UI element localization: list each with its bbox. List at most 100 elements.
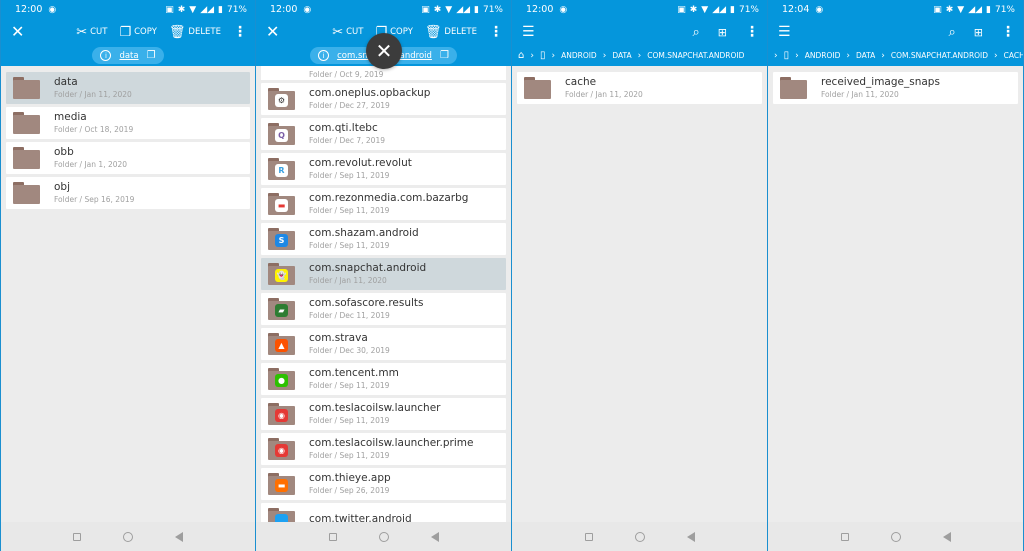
- item-meta: Folder / Jan 11, 2020: [54, 90, 132, 99]
- copy-button[interactable]: ❐ COPY: [119, 26, 156, 39]
- battery-level: 71%: [738, 4, 759, 15]
- list-item[interactable]: ▬ com.thieye.app Folder / Sep 26, 2019: [261, 468, 506, 500]
- more-options-icon[interactable]: ⋮: [233, 24, 247, 40]
- delete-button[interactable]: 🗑 DELETE: [425, 26, 477, 39]
- chevron-right-icon: ›: [530, 50, 534, 61]
- back-icon[interactable]: [942, 531, 951, 542]
- system-nav-bar: [1, 522, 255, 551]
- home-icon[interactable]: [634, 531, 645, 542]
- more-options-icon[interactable]: ⋮: [745, 24, 759, 40]
- folder-icon: [780, 77, 807, 99]
- phone-storage-icon[interactable]: ▯: [784, 50, 790, 61]
- home-icon[interactable]: [378, 531, 389, 542]
- clock: 12:00: [526, 4, 554, 15]
- recents-icon[interactable]: [73, 532, 81, 541]
- breadcrumb-item[interactable]: COM.SNAPCHAT.ANDROID: [891, 51, 988, 60]
- delete-button[interactable]: 🗑 DELETE: [169, 26, 221, 39]
- cut-button[interactable]: ✂ CUT: [76, 26, 107, 39]
- list-item[interactable]: 👻 com.snapchat.android Folder / Jan 11, 20…: [261, 258, 506, 290]
- item-name: com.twitter.android: [309, 512, 412, 523]
- menu-icon[interactable]: ☰: [522, 25, 535, 39]
- chevron-right-icon: ›: [881, 50, 885, 61]
- wifi-icon: ▼: [957, 4, 965, 15]
- close-path-icon[interactable]: ✕: [366, 33, 402, 69]
- delete-label: DELETE: [444, 27, 477, 37]
- list-item[interactable]: ▬ com.rezonmedia.com.bazarbg Folder / Sep …: [261, 188, 506, 220]
- list-item[interactable]: media Folder / Oct 18, 2019: [6, 107, 250, 139]
- item-name: data: [54, 76, 78, 88]
- path-chip[interactable]: i data ❐: [92, 47, 164, 64]
- list-item[interactable]: ▰ com.sofascore.results Folder / Dec 11, 2…: [261, 293, 506, 325]
- copy-label: COPY: [134, 27, 157, 37]
- cast-icon: ▣: [933, 4, 942, 15]
- breadcrumb-item[interactable]: ANDROID: [805, 51, 841, 60]
- close-selection-icon[interactable]: ✕: [266, 24, 279, 40]
- list-item[interactable]: ◉ com.teslacoilsw.launcher.prime Folder / …: [261, 433, 506, 465]
- cut-label: CUT: [346, 27, 364, 37]
- list-item[interactable]: obj Folder / Sep 16, 2019: [6, 177, 250, 209]
- home-icon[interactable]: [890, 531, 901, 542]
- more-options-icon[interactable]: ⋮: [489, 24, 503, 40]
- list-item[interactable]: ◉ com.teslacoilsw.launcher Folder / Sep 11…: [261, 398, 506, 430]
- breadcrumb-item[interactable]: CACHE: [1004, 51, 1023, 60]
- list-item[interactable]: ● com.tencent.mm Folder / Sep 11, 2019: [261, 363, 506, 395]
- notification-icon: ◉: [48, 4, 57, 15]
- home-icon[interactable]: ⌂: [518, 50, 524, 61]
- close-selection-icon[interactable]: ✕: [11, 24, 24, 40]
- clock: 12:00: [270, 4, 298, 15]
- cast-icon: ▣: [165, 4, 174, 15]
- battery-level: 71%: [226, 4, 247, 15]
- breadcrumb-item[interactable]: DATA: [612, 51, 631, 60]
- list-item[interactable]: cache Folder / Jan 11, 2020: [517, 72, 762, 104]
- copy-path-icon[interactable]: ❐: [147, 50, 156, 61]
- phone-storage-icon[interactable]: ▯: [540, 50, 546, 61]
- gear-badge-icon: ⚙: [275, 94, 288, 107]
- list-item[interactable]: Qcom.qti.ltebc Folder / Dec 7, 2019: [261, 118, 506, 150]
- info-icon[interactable]: i: [318, 50, 330, 61]
- list-item[interactable]: ⚙ com.oneplus.opbackup Folder / Dec 27, 20…: [261, 83, 506, 115]
- back-icon[interactable]: [175, 531, 183, 542]
- breadcrumb-item[interactable]: COM.SNAPCHAT.ANDROID: [647, 51, 744, 60]
- folder-icon: ▬: [268, 473, 295, 495]
- path-link[interactable]: data: [119, 51, 138, 61]
- home-icon[interactable]: [123, 531, 133, 542]
- new-folder-icon[interactable]: ⊞: [718, 27, 727, 38]
- recents-icon[interactable]: [840, 532, 849, 541]
- list-item[interactable]: Rcom.revolut.revolut Folder / Sep 11, 201…: [261, 153, 506, 185]
- item-meta: Folder / Sep 26, 2019: [309, 486, 390, 495]
- list-item[interactable]: received_image_snaps Folder / Jan 11, 202…: [773, 72, 1018, 104]
- list-item[interactable]: data Folder / Jan 11, 2020: [6, 72, 250, 104]
- breadcrumb-item[interactable]: ANDROID: [561, 51, 597, 60]
- menu-icon[interactable]: ☰: [778, 25, 791, 39]
- app-toolbar: ☰ ⌕ ⊞ ⋮: [512, 19, 767, 45]
- item-name: com.thieye.app: [309, 472, 391, 484]
- search-icon[interactable]: ⌕: [693, 26, 700, 39]
- list-item[interactable]: ▲ com.strava Folder / Dec 30, 2019: [261, 328, 506, 360]
- list-item[interactable]: com.twitter.android: [261, 503, 506, 522]
- signal-icon: ◢◢: [968, 4, 983, 15]
- item-name: media: [54, 111, 87, 123]
- list-item[interactable]: obb Folder / Jan 1, 2020: [6, 142, 250, 174]
- wifi-icon: ▼: [701, 4, 709, 15]
- recents-icon[interactable]: [328, 532, 337, 541]
- item-name: com.oneplus.opbackup: [309, 87, 431, 99]
- folder-icon: [268, 508, 295, 522]
- folder-icon: ◉: [268, 403, 295, 425]
- list-item[interactable]: Scom.shazam.android Folder / Sep 11, 2019: [261, 223, 506, 255]
- copy-path-icon[interactable]: ❐: [440, 50, 449, 61]
- phone-screen-4: 12:04 ◉ ▣ ✱ ▼ ◢◢ ▮ 71% ☰ ⌕ ⊞ ⋮ › ▯ › AND…: [768, 0, 1024, 551]
- info-icon[interactable]: i: [100, 50, 112, 61]
- item-meta: Folder / Dec 11, 2019: [309, 311, 390, 320]
- notification-icon: ◉: [559, 4, 568, 15]
- back-icon[interactable]: [686, 531, 695, 542]
- search-icon[interactable]: ⌕: [949, 26, 956, 39]
- more-options-icon[interactable]: ⋮: [1001, 24, 1015, 40]
- recents-icon[interactable]: [584, 532, 593, 541]
- cut-button[interactable]: ✂ CUT: [332, 26, 363, 39]
- item-meta: Folder / Dec 27, 2019: [309, 101, 390, 110]
- item-name: com.sofascore.results: [309, 297, 424, 309]
- item-meta: Folder / Oct 18, 2019: [54, 125, 134, 134]
- breadcrumb-item[interactable]: DATA: [856, 51, 875, 60]
- back-icon[interactable]: [430, 531, 439, 542]
- new-folder-icon[interactable]: ⊞: [974, 27, 983, 38]
